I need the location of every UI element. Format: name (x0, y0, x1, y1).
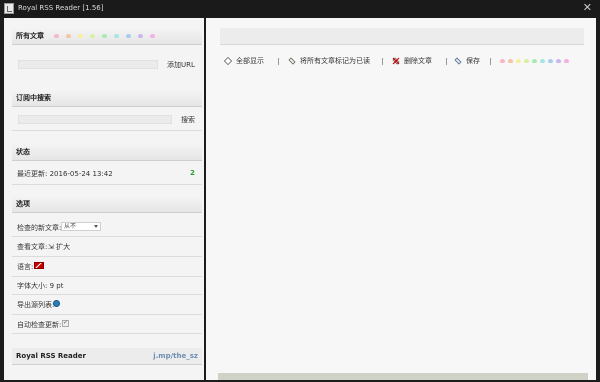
delete-articles-button[interactable]: 删除文章 (392, 56, 432, 66)
app-icon (4, 3, 14, 14)
footer-bar: Royal RSS Reader j.mp/the_sz (12, 348, 202, 365)
auto-check-checkbox[interactable] (62, 319, 69, 327)
status-heading: 状态 (12, 144, 202, 161)
diamond-icon (224, 57, 232, 65)
view-articles-toggle[interactable]: ⇲ 扩大 (48, 242, 70, 252)
delete-icon (392, 57, 400, 65)
check-new-value: 从不 (64, 223, 77, 230)
color-filter-dot[interactable] (548, 59, 553, 63)
url-input[interactable] (18, 60, 158, 69)
status-bar (218, 373, 588, 380)
color-filter-dot[interactable] (66, 34, 72, 38)
close-window-icon[interactable]: ✕ (583, 1, 592, 14)
divider (12, 130, 202, 131)
window-title: Royal RSS Reader [1.56] (18, 4, 104, 12)
add-url-button[interactable]: 添加URL (167, 60, 195, 70)
toolbar-separator (278, 58, 279, 65)
color-filter-dot[interactable] (532, 59, 537, 63)
color-filter-dot[interactable] (500, 59, 505, 63)
footer-link[interactable]: j.mp/the_sz (153, 348, 198, 365)
divider (12, 333, 202, 334)
color-filter-dot[interactable] (564, 59, 569, 63)
color-filter-dots (54, 28, 162, 45)
show-all-button[interactable]: 全部显示 (224, 56, 264, 66)
color-filter-dot[interactable] (138, 34, 144, 38)
toolbar-separator (382, 58, 383, 65)
show-all-label: 全部显示 (236, 57, 264, 65)
check-new-dropdown[interactable]: 从不 (61, 222, 101, 231)
search-input[interactable] (18, 115, 172, 124)
last-update-text: 最近更新: 2016-05-24 13:42 (17, 170, 113, 178)
all-articles-heading: 所有文章 (16, 32, 44, 40)
mark-all-read-label: 将所有文章标记为已读 (300, 57, 370, 65)
export-icon[interactable] (53, 300, 60, 307)
auto-check-label: 自动检查更新: (17, 321, 62, 329)
tag-icon (288, 57, 296, 65)
new-article-count: 2 (190, 169, 195, 177)
save-label: 保存 (466, 57, 480, 65)
chevron-down-icon (94, 225, 98, 228)
divider (12, 276, 202, 277)
divider (12, 314, 202, 315)
footer-section: Royal RSS Reader j.mp/the_sz (12, 348, 202, 365)
export-list-label: 导出源列表: (17, 301, 55, 309)
color-filter-dot[interactable] (540, 59, 545, 63)
mark-all-read-button[interactable]: 将所有文章标记为已读 (288, 56, 370, 66)
title-bar: Royal RSS Reader [1.56] ✕ (0, 0, 600, 17)
article-header-strip (220, 28, 584, 45)
save-button[interactable]: 保存 (454, 56, 480, 66)
all-articles-header[interactable]: 所有文章 (12, 28, 202, 45)
save-tag-icon (454, 57, 462, 65)
color-filter-dot[interactable] (516, 59, 521, 63)
toolbar-separator (446, 58, 447, 65)
color-filter-dot[interactable] (556, 59, 561, 63)
color-filter-dot[interactable] (90, 34, 96, 38)
check-new-label: 检查的新文章: (17, 224, 62, 232)
view-articles-label: 查看文章: (17, 243, 48, 251)
subscription-search-heading: 订阅中搜索 (12, 90, 202, 107)
toolbar-separator (490, 58, 491, 65)
status-section: 状态 (12, 144, 202, 161)
language-label: 语言: (17, 263, 34, 271)
divider (12, 236, 202, 237)
options-section: 选项 (12, 196, 202, 213)
right-panel: 全部显示 将所有文章标记为已读 删除文章 保存 (206, 18, 596, 380)
search-button[interactable]: 搜索 (181, 115, 195, 125)
footer-app-name: Royal RSS Reader (16, 352, 86, 360)
color-filter-dots (500, 57, 572, 65)
view-articles-value: 扩大 (56, 243, 71, 251)
color-filter-dot[interactable] (102, 34, 108, 38)
color-filter-dot[interactable] (126, 34, 132, 38)
language-flag-icon[interactable] (34, 262, 44, 269)
divider (12, 184, 202, 185)
font-size-label[interactable]: 字体大小: 9 pt (17, 281, 63, 291)
divider (12, 294, 202, 295)
options-heading: 选项 (12, 196, 202, 213)
subscription-search-section: 订阅中搜索 (12, 90, 202, 107)
color-filter-dot[interactable] (150, 34, 156, 38)
color-filter-dot[interactable] (524, 59, 529, 63)
expand-icon: ⇲ (48, 243, 57, 251)
color-filter-dot[interactable] (54, 34, 60, 38)
all-articles-section: 所有文章 (12, 28, 202, 45)
color-filter-dot[interactable] (508, 59, 513, 63)
color-filter-dot[interactable] (78, 34, 84, 38)
left-panel: 所有文章 添加URL 订阅中搜索 搜索 状态 最近更新: 2016-05-24 … (4, 18, 204, 380)
divider (12, 256, 202, 257)
color-filter-dot[interactable] (114, 34, 120, 38)
delete-articles-label: 删除文章 (404, 57, 432, 65)
